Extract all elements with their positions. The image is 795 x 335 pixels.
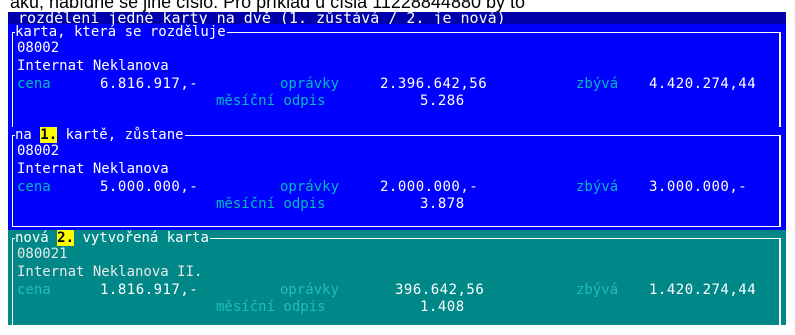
card-code: 08002 (17, 143, 60, 159)
zbyva-value: 3.000.000,- (649, 179, 748, 195)
mesicni-odpis-value: 3.878 (420, 196, 465, 212)
opravky-label: oprávky (280, 282, 340, 298)
panel-source-card: karta, která se rozděluje 08002 Internat… (8, 24, 786, 140)
panel-first-card: na 1. kartě, zůstane 08002 Internat Nekl… (8, 127, 786, 230)
zbyva-value: 1.420.274,44 (649, 282, 757, 298)
cena-label: cena (17, 76, 51, 92)
zbyva-label: zbývá (576, 282, 619, 298)
card-name: Internat Neklanova II. (17, 264, 203, 280)
title-suffix: kartě, zůstane (57, 127, 184, 143)
card-code: 08002 (17, 40, 60, 56)
card-number-highlight: 2. (57, 230, 75, 246)
opravky-label: oprávky (280, 179, 340, 195)
card-name: Internat Neklanova (17, 161, 169, 177)
cena-label: cena (17, 282, 51, 298)
zbyva-label: zbývá (576, 179, 619, 195)
opravky-value: 2.396.642,56 (380, 76, 488, 92)
opravky-label: oprávky (280, 76, 340, 92)
zbyva-value: 4.420.274,44 (649, 76, 757, 92)
mesicni-odpis-label: měsíční odpis (216, 196, 326, 212)
zbyva-label: zbývá (576, 76, 619, 92)
panel-title: karta, která se rozděluje (15, 24, 227, 40)
title-prefix: nová (15, 230, 58, 246)
card-number-highlight: 1. (40, 127, 58, 143)
opravky-value: 396.642,56 (395, 282, 485, 298)
cena-label: cena (17, 179, 51, 195)
opravky-value: 2.000.000,- (380, 179, 479, 195)
title-suffix: vytvořená karta (74, 230, 209, 246)
panel-title: nová 2. vytvořená karta (15, 230, 210, 246)
mesicni-odpis-value: 5.286 (420, 93, 465, 109)
mesicni-odpis-label: měsíční odpis (216, 93, 326, 109)
panel-title: na 1. kartě, zůstane (15, 127, 185, 143)
cena-value: 1.816.917,- (100, 282, 199, 298)
cena-value: 6.816.917,- (100, 76, 199, 92)
card-name: Internat Neklanova (17, 58, 169, 74)
card-code: 080021 (17, 246, 68, 262)
panel-new-card: nová 2. vytvořená karta 080021 Internat … (8, 230, 786, 335)
terminal-screen: rozdělení jedné karty na dvě (1. zůstává… (8, 12, 786, 335)
cena-value: 5.000.000,- (100, 179, 199, 195)
screen-caption: rozdělení jedné karty na dvě (1. zůstává… (18, 12, 506, 24)
title-prefix: na (15, 127, 41, 143)
